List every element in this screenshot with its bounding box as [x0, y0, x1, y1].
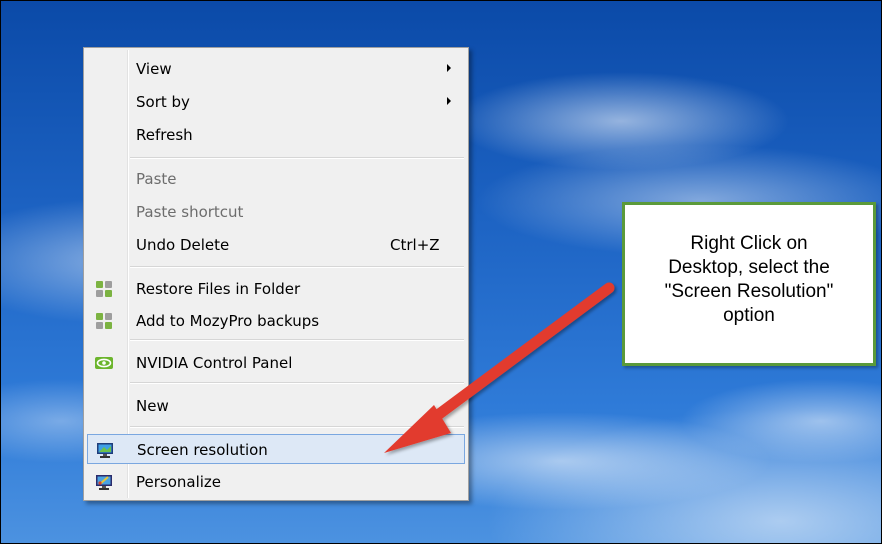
- menu-item-label: Restore Files in Folder: [136, 280, 301, 298]
- callout-text: Right Click on Desktop, select the "Scre…: [625, 232, 873, 328]
- menu-item-nvidia-control-panel[interactable]: NVIDIA Control Panel: [87, 348, 465, 378]
- menu-item-label: Undo Delete: [136, 236, 230, 254]
- menu-item-label: Screen resolution: [137, 441, 268, 459]
- desktop-background[interactable]: View Sort by Refresh Paste Paste shortcu…: [0, 0, 882, 544]
- menu-item-view[interactable]: View: [87, 54, 465, 84]
- menu-item-sort-by[interactable]: Sort by: [87, 87, 465, 117]
- menu-separator: [130, 339, 464, 341]
- menu-item-paste: Paste: [87, 164, 465, 194]
- menu-item-screen-resolution[interactable]: Screen resolution: [87, 434, 465, 464]
- menu-item-label: Paste: [136, 170, 177, 188]
- menu-item-personalize[interactable]: Personalize: [87, 467, 465, 497]
- menu-item-label: NVIDIA Control Panel: [136, 354, 293, 372]
- personalize-icon: [96, 475, 112, 490]
- menu-item-paste-shortcut: Paste shortcut: [87, 197, 465, 227]
- menu-item-undo-delete[interactable]: Undo Delete Ctrl+Z: [87, 230, 465, 260]
- monitor-icon: [97, 443, 113, 458]
- menu-item-label: Personalize: [136, 473, 222, 491]
- mozy-grid-icon: [96, 281, 112, 297]
- menu-item-label: View: [136, 60, 172, 78]
- callout-line: Desktop, select the: [668, 257, 830, 278]
- instruction-callout: Right Click on Desktop, select the "Scre…: [622, 202, 876, 366]
- submenu-arrow-icon: [447, 64, 451, 72]
- menu-item-add-to-mozypro[interactable]: Add to MozyPro backups: [87, 306, 465, 336]
- callout-line: "Screen Resolution": [664, 281, 834, 302]
- submenu-arrow-icon: [447, 97, 451, 105]
- callout-line: Right Click on: [690, 233, 808, 254]
- menu-item-label: Add to MozyPro backups: [136, 312, 320, 330]
- menu-item-label: Paste shortcut: [136, 203, 244, 221]
- menu-item-label: New: [136, 397, 169, 415]
- mozy-grid-icon: [96, 313, 112, 329]
- menu-item-label: Refresh: [136, 126, 193, 144]
- menu-separator: [130, 266, 464, 268]
- menu-item-new[interactable]: New: [87, 391, 465, 421]
- menu-separator: [130, 426, 464, 428]
- callout-line: option: [723, 305, 775, 326]
- menu-item-restore-files[interactable]: Restore Files in Folder: [87, 274, 465, 304]
- nvidia-eye-icon: [95, 357, 113, 369]
- menu-item-label: Sort by: [136, 93, 190, 111]
- menu-separator: [130, 157, 464, 159]
- shortcut-label: Ctrl+Z: [390, 236, 440, 254]
- menu-separator: [130, 382, 464, 384]
- desktop-context-menu: View Sort by Refresh Paste Paste shortcu…: [83, 47, 469, 501]
- menu-item-refresh[interactable]: Refresh: [87, 120, 465, 150]
